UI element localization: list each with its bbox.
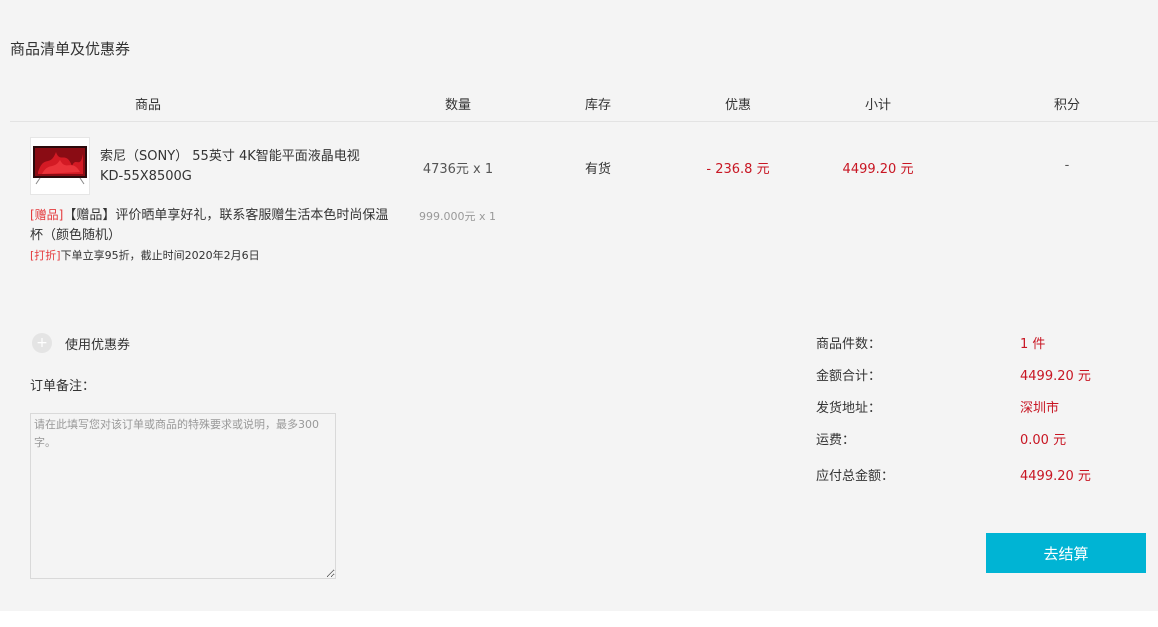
promo-line: [打折]下单立享95折，截止时间2020年2月6日 (30, 247, 260, 263)
product-stock: 有货 (584, 162, 612, 177)
plus-circle-icon: + (32, 333, 52, 353)
product-discount: - 236.8 元 (706, 162, 770, 177)
gift-tag: [赠品] (30, 208, 64, 222)
section-title: 商品清单及优惠券 (10, 40, 131, 58)
promo-tag: [打折] (30, 249, 61, 262)
gift-text: 【赠品】评价晒单享好礼，联系客服赠生活本色时尚保温杯（颜色随机） (30, 208, 389, 243)
header-quantity: 数量 (444, 98, 472, 113)
checkout-button[interactable]: 去结算 (986, 533, 1146, 573)
product-points: - (1064, 158, 1070, 173)
summary-amount-label: 金额合计： (816, 369, 882, 384)
header-subtotal: 小计 (864, 98, 892, 113)
gift-line: [赠品]【赠品】评价晒单享好礼，联系客服赠生活本色时尚保温杯（颜色随机） (30, 205, 400, 246)
summary-amount-value: 4499.20 元 (1020, 369, 1091, 384)
promo-text: 下单立享95折，截止时间2020年2月6日 (60, 249, 260, 262)
product-subtotal: 4499.20 元 (842, 162, 914, 177)
product-name-link[interactable]: 索尼（SONY） 55英寸 4K智能平面液晶电视 KD-55X8500G (100, 147, 370, 187)
order-notes-input[interactable] (30, 413, 336, 579)
use-coupon-toggle[interactable]: + 使用优惠券 (32, 333, 130, 353)
header-stock: 库存 (584, 98, 612, 113)
order-notes-label: 订单备注： (30, 379, 96, 394)
summary-ship-from-value: 深圳市 (1020, 401, 1060, 416)
order-panel: 商品清单及优惠券 商品 数量 库存 优惠 小计 积分 索尼（SONY） 55英寸… (0, 0, 1158, 611)
header-product: 商品 (134, 98, 162, 113)
product-thumbnail[interactable] (30, 137, 90, 195)
summary-total-label: 应付总金额： (816, 469, 895, 484)
tv-product-image (33, 146, 87, 185)
summary-shipping-value: 0.00 元 (1020, 433, 1067, 448)
product-quantity: 4736元 x 1 (422, 162, 494, 177)
summary-count-value: 1 件 (1020, 337, 1046, 352)
coupon-label: 使用优惠券 (65, 337, 131, 353)
summary-shipping-label: 运费： (816, 433, 856, 448)
summary-total-value: 4499.20 元 (1020, 469, 1091, 484)
header-discount: 优惠 (724, 98, 752, 113)
header-points: 积分 (1053, 98, 1081, 113)
summary-count-label: 商品件数： (816, 337, 882, 352)
gift-quantity: 999.000元 x 1 (419, 210, 496, 223)
header-divider (10, 121, 1158, 122)
summary-ship-from-label: 发货地址： (816, 401, 882, 416)
